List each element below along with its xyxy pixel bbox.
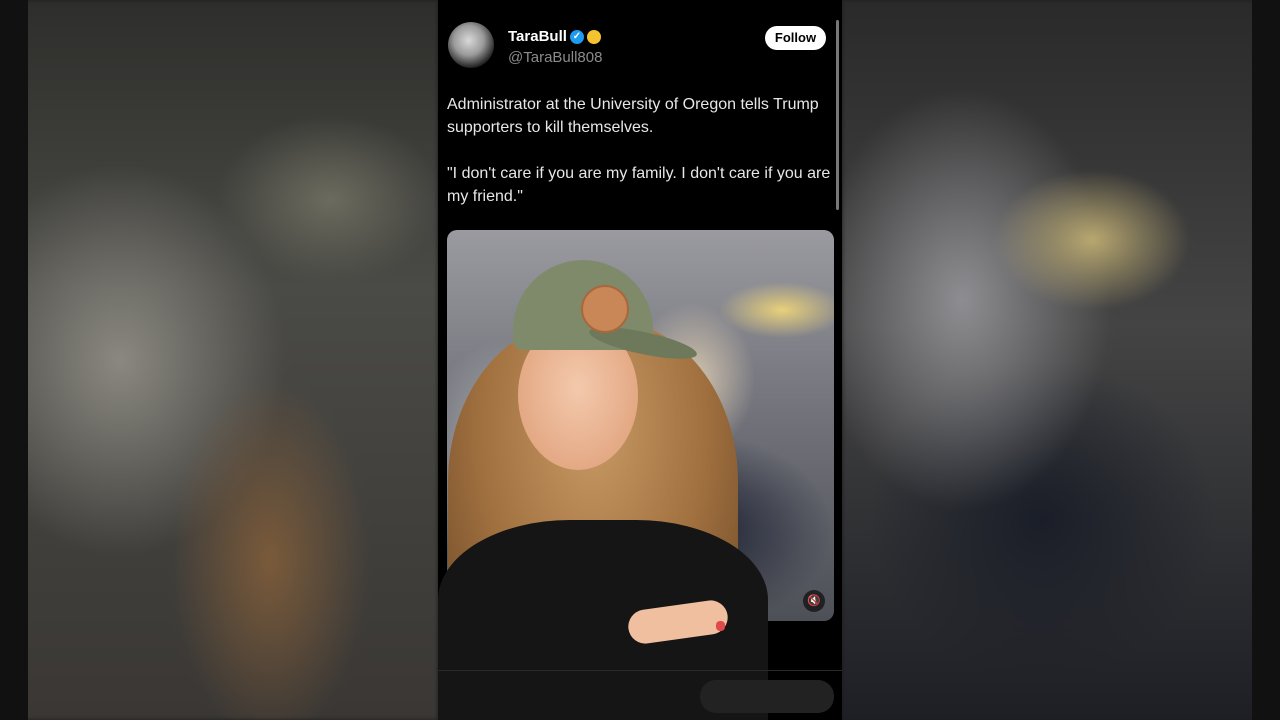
- blurred-background-right: [842, 0, 1280, 720]
- presenter-overlay: [438, 250, 768, 720]
- divider: [438, 670, 842, 671]
- fingernail: [716, 621, 725, 631]
- mute-icon[interactable]: 🔇: [803, 590, 825, 612]
- left-edge-shadow: [0, 0, 28, 720]
- scrollbar[interactable]: [836, 20, 839, 210]
- tweet-paragraph: Administrator at the University of Orego…: [447, 96, 819, 136]
- tweet-text: Administrator at the University of Orego…: [447, 93, 832, 231]
- video-panel: TaraBull ✓ @TaraBull808 Follow Administr…: [438, 0, 842, 720]
- cap-patch: [581, 285, 629, 333]
- reply-input[interactable]: [700, 680, 834, 713]
- tweet-paragraph: "I don't care if you are my family. I do…: [447, 165, 831, 205]
- blurred-background-left: [0, 0, 438, 720]
- yellow-badge-icon: [587, 30, 601, 44]
- follow-button[interactable]: Follow: [765, 26, 826, 50]
- tweet-header: TaraBull ✓ @TaraBull808 Follow: [448, 22, 828, 72]
- avatar[interactable]: [448, 22, 494, 68]
- display-name[interactable]: TaraBull: [508, 28, 567, 45]
- user-handle[interactable]: @TaraBull808: [508, 49, 602, 66]
- verified-check-icon: ✓: [570, 30, 584, 44]
- right-edge-shadow: [1252, 0, 1280, 720]
